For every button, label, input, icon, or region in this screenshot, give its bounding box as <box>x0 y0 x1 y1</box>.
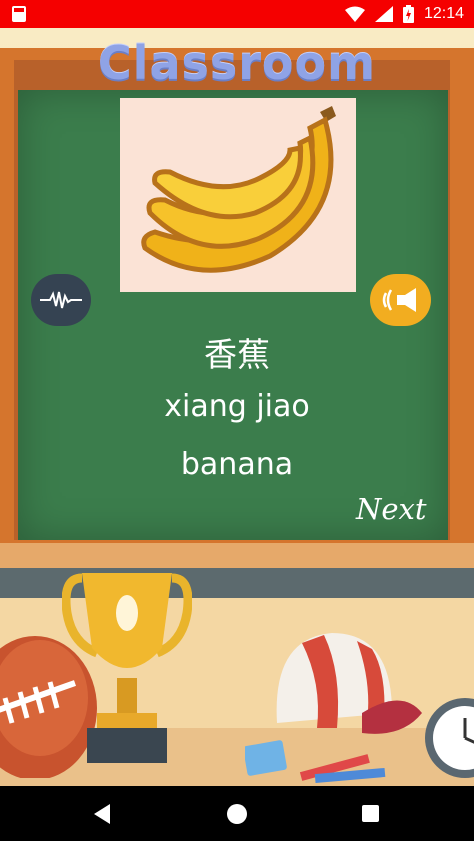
record-button[interactable] <box>31 274 91 326</box>
waveform-icon <box>40 291 82 309</box>
trophy-icon <box>62 573 192 763</box>
baseball-cap-icon <box>276 633 422 734</box>
pencils-icon <box>245 740 386 784</box>
sd-card-icon <box>12 6 26 22</box>
wifi-icon <box>344 6 365 22</box>
speaker-icon <box>382 288 416 312</box>
signal-icon <box>374 6 393 22</box>
app-title: Classroom <box>97 36 377 90</box>
navigation-bar <box>0 786 474 841</box>
play-audio-button[interactable] <box>370 274 431 326</box>
home-icon[interactable] <box>227 804 247 824</box>
hanzi-word: 香蕉 <box>204 335 270 374</box>
status-icons: 12:14 <box>344 4 464 24</box>
pinyin-text: xiang jiao <box>164 389 310 424</box>
back-icon[interactable] <box>94 804 110 824</box>
status-bar: 12:14 <box>0 0 474 28</box>
banana-icon <box>141 106 336 273</box>
next-button[interactable]: Next <box>356 492 427 526</box>
word-image <box>120 98 356 292</box>
battery-icon <box>402 5 414 23</box>
alarm-clock-icon <box>425 698 474 778</box>
recents-icon[interactable] <box>362 805 379 822</box>
english-translation: banana <box>180 447 294 482</box>
clock-time: 12:14 <box>423 5 464 22</box>
